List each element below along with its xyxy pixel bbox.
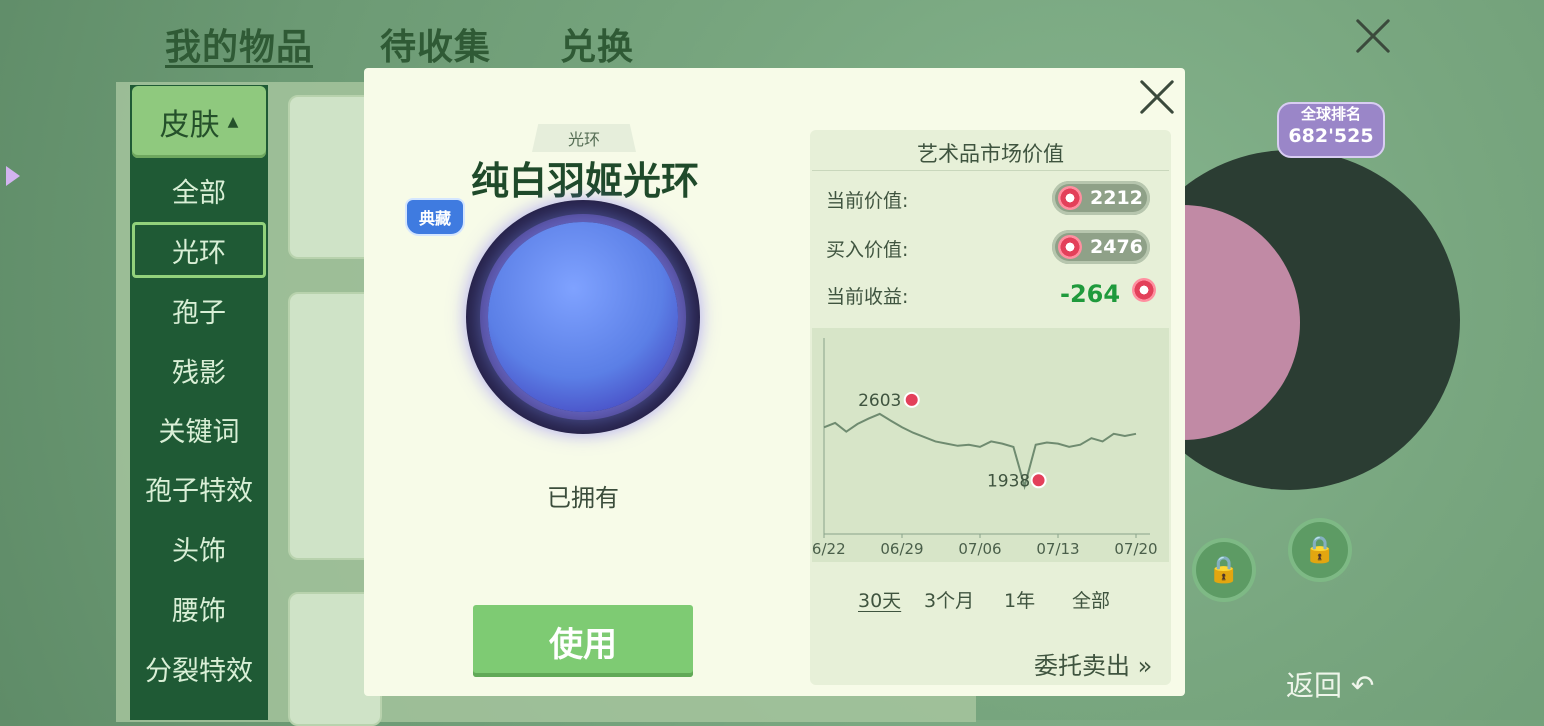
consign-sell-button[interactable]: 委托卖出 » bbox=[1034, 646, 1152, 681]
data-label: 2603 bbox=[858, 391, 901, 411]
lock-icon[interactable]: 🔒 bbox=[1292, 522, 1348, 578]
price-chart: 06/22 06/29 07/06 07/13 07/20 2603 1938 bbox=[812, 338, 1158, 558]
back-button[interactable]: 返回 ↶ bbox=[1286, 664, 1374, 704]
gain-value-row: -264 bbox=[1060, 278, 1164, 308]
sidebar-item-afterimage[interactable]: 残影 bbox=[132, 342, 266, 398]
sidebar-category-skin[interactable]: 皮肤 ▲ bbox=[132, 86, 266, 158]
range-1-year[interactable]: 1年 bbox=[1004, 586, 1035, 613]
data-label: 1938 bbox=[987, 471, 1030, 491]
close-icon[interactable] bbox=[1352, 15, 1394, 57]
sidebar-item-halo[interactable]: 光环 bbox=[132, 222, 266, 278]
candy-icon bbox=[1058, 186, 1082, 210]
market-title: 艺术品市场价值 bbox=[917, 142, 1064, 166]
back-label: 返回 bbox=[1286, 669, 1343, 702]
x-tick-label: 07/13 bbox=[1036, 540, 1079, 558]
buy-value: 2476 bbox=[1090, 236, 1143, 258]
range-30-days[interactable]: 30天 bbox=[858, 586, 901, 613]
gain-value: -264 bbox=[1060, 280, 1121, 308]
sidebar-category-label: 皮肤 bbox=[159, 108, 220, 143]
candy-icon bbox=[903, 391, 920, 408]
category-tag: 光环 bbox=[532, 124, 636, 152]
market-divider bbox=[812, 170, 1169, 171]
tab-exchange[interactable]: 兑换 bbox=[560, 18, 634, 70]
current-value-pill: 2212 bbox=[1052, 181, 1150, 215]
current-value-label: 当前价值: bbox=[826, 190, 909, 212]
left-arrow-icon[interactable] bbox=[6, 166, 20, 186]
candy-icon bbox=[1030, 472, 1047, 489]
tab-my-items[interactable]: 我的物品 bbox=[165, 18, 313, 70]
x-tick-label: 06/22 bbox=[812, 540, 846, 558]
price-series-line bbox=[823, 412, 1137, 491]
rank-label: 全球排名 bbox=[1300, 105, 1361, 123]
item-title: 纯白羽姬光环 bbox=[470, 159, 699, 203]
halo-preview-core bbox=[488, 222, 678, 412]
x-tick-label: 07/20 bbox=[1114, 540, 1157, 558]
gain-label: 当前收益: bbox=[826, 286, 909, 308]
use-button[interactable]: 使用 bbox=[473, 605, 693, 677]
current-value: 2212 bbox=[1090, 187, 1143, 209]
caret-up-icon: ▲ bbox=[227, 114, 239, 130]
modal-close-icon[interactable] bbox=[1136, 76, 1178, 118]
buy-value-label: 买入价值: bbox=[826, 239, 909, 261]
lock-icon[interactable]: 🔒 bbox=[1196, 542, 1252, 598]
tab-to-collect[interactable]: 待收集 bbox=[380, 18, 491, 70]
rank-value: 682'525 bbox=[1288, 125, 1374, 147]
x-tick-label: 07/06 bbox=[958, 540, 1001, 558]
buy-value-pill: 2476 bbox=[1052, 230, 1150, 264]
sidebar-item-spore[interactable]: 孢子 bbox=[132, 282, 266, 338]
sidebar-item-all[interactable]: 全部 bbox=[132, 162, 266, 218]
sidebar-item-waist[interactable]: 腰饰 bbox=[132, 580, 266, 636]
back-arrow-icon: ↶ bbox=[1350, 669, 1375, 702]
x-tick-label: 06/29 bbox=[880, 540, 923, 558]
candy-icon bbox=[1058, 235, 1082, 259]
global-rank-badge[interactable]: 全球排名 682'525 bbox=[1277, 102, 1385, 158]
candy-icon bbox=[1132, 278, 1157, 302]
sidebar-item-headwear[interactable]: 头饰 bbox=[132, 520, 266, 576]
sidebar-item-split-effect[interactable]: 分裂特效 bbox=[132, 640, 266, 696]
rarity-badge: 典藏 bbox=[405, 198, 465, 236]
sidebar-item-keyword[interactable]: 关键词 bbox=[132, 401, 266, 457]
range-all[interactable]: 全部 bbox=[1072, 586, 1110, 613]
owned-status: 已拥有 bbox=[547, 484, 619, 512]
range-3-months[interactable]: 3个月 bbox=[924, 586, 974, 613]
sidebar-item-spore-effect[interactable]: 孢子特效 bbox=[132, 460, 266, 516]
